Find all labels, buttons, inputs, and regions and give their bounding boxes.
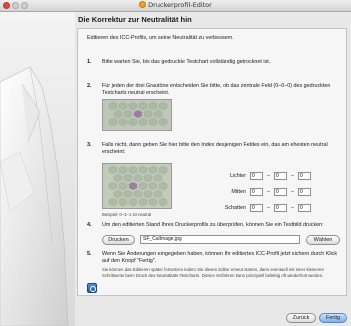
step-number: 2. bbox=[87, 83, 92, 89]
step5-note: Sie können das Editieren später fortsetz… bbox=[102, 267, 324, 278]
separator: – bbox=[267, 205, 270, 211]
midtones-field-3[interactable]: 0 bbox=[298, 188, 311, 196]
shadows-field-3[interactable]: 0 bbox=[298, 204, 311, 212]
step-number: 1. bbox=[87, 59, 92, 65]
midtones-field-2[interactable]: 0 bbox=[274, 188, 287, 196]
step-number: 4. bbox=[87, 222, 92, 228]
midtones-field-1[interactable]: 0 bbox=[250, 188, 263, 196]
hex-chart-example bbox=[102, 163, 172, 209]
step-text: Falls nicht, dann geben Sie hier bitte d… bbox=[102, 142, 328, 155]
step-text: Wenn Sie Änderungen eingegeben haben, kö… bbox=[102, 251, 338, 264]
title-bar: Druckerprofil-Editor bbox=[0, 0, 351, 12]
window-title-container: Druckerprofil-Editor bbox=[0, 1, 351, 9]
field-label-shadows: Schatten bbox=[224, 205, 246, 211]
done-button[interactable]: Fertig bbox=[319, 313, 347, 323]
separator: – bbox=[291, 173, 294, 179]
field-label-highlights: Lichter bbox=[229, 173, 246, 179]
intro-text: Editieren des ICC-Profils, um seine Neut… bbox=[87, 35, 234, 41]
choose-button[interactable]: Wählen bbox=[306, 235, 340, 245]
separator: – bbox=[291, 189, 294, 195]
highlights-field-3[interactable]: 0 bbox=[298, 172, 311, 180]
window-title: Druckerprofil-Editor bbox=[148, 1, 212, 9]
page-title: Die Korrektur zur Neutralität hin bbox=[78, 15, 192, 24]
hex-chart-example-graphic bbox=[103, 164, 171, 208]
app-icon bbox=[139, 1, 147, 8]
step-text: Bitte warten Sie, bis das gedruckte Test… bbox=[102, 59, 271, 65]
help-icon[interactable] bbox=[87, 283, 97, 293]
shirt-illustration bbox=[0, 66, 69, 326]
field-label-midtones: Mitten bbox=[231, 189, 246, 195]
print-button[interactable]: Drucken bbox=[102, 235, 135, 245]
shadows-field-1[interactable]: 0 bbox=[250, 204, 263, 212]
separator: – bbox=[291, 205, 294, 211]
separator: – bbox=[267, 189, 270, 195]
sidebar-illustration bbox=[0, 12, 75, 326]
hex-chart-graphic bbox=[103, 100, 171, 130]
back-button[interactable]: Zurück bbox=[286, 313, 316, 323]
highlights-field-1[interactable]: 0 bbox=[250, 172, 263, 180]
step-text: Um den editierten Stand Ihres Druckerpro… bbox=[102, 222, 324, 228]
highlights-field-2[interactable]: 0 bbox=[274, 172, 287, 180]
hex-chart-sample bbox=[102, 99, 172, 131]
content-panel: Editieren des ICC-Profils, um seine Neut… bbox=[77, 28, 347, 296]
separator: – bbox=[267, 173, 270, 179]
step-number: 3. bbox=[87, 142, 92, 148]
file-name-field[interactable]: SF_CalImage.jpg bbox=[140, 235, 300, 244]
step-text: Für jeden der drei Grautöne entscheiden … bbox=[102, 83, 331, 96]
example-caption: Beispiel: 0–1–1 ist neutral bbox=[102, 212, 152, 217]
shadows-field-2[interactable]: 0 bbox=[274, 204, 287, 212]
step-number: 5. bbox=[87, 251, 92, 257]
